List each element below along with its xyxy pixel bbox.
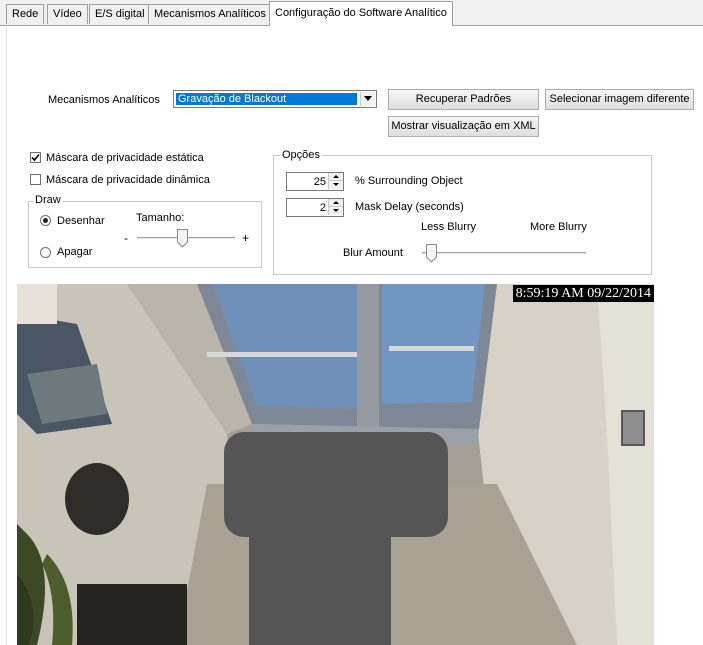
tab-rede[interactable]: Rede <box>6 4 45 24</box>
size-slider-thumb[interactable] <box>176 229 188 248</box>
restore-defaults-button[interactable]: Recuperar Padrões <box>388 89 539 110</box>
show-xml-button[interactable]: Mostrar visualização em XML <box>388 116 539 137</box>
draw-radio-label: Desenhar <box>57 215 105 227</box>
checkmark-icon <box>31 153 40 162</box>
tab-configuracao-software-analitico[interactable]: Configuração do Software Analítico <box>269 1 453 26</box>
static-privacy-label: Máscara de privacidade estática <box>46 152 204 164</box>
size-minus-label: - <box>124 231 128 245</box>
spinner-up-icon[interactable] <box>328 199 343 207</box>
surrounding-object-label: % Surrounding Object <box>355 175 463 187</box>
spinner-down-icon[interactable] <box>328 181 343 189</box>
options-group-title: Opções <box>280 149 322 161</box>
blur-slider-thumb[interactable] <box>426 244 437 263</box>
surrounding-object-value: 25 <box>313 176 326 188</box>
erase-radio-label: Apagar <box>57 246 93 258</box>
mask-delay-label: Mask Delay (seconds) <box>355 201 464 213</box>
chevron-down-icon[interactable] <box>360 92 375 106</box>
less-blurry-label: Less Blurry <box>421 221 477 233</box>
dynamic-privacy-checkbox[interactable] <box>30 174 41 185</box>
tab-video[interactable]: Vídeo <box>47 4 88 24</box>
mask-delay-value: 2 <box>319 202 326 214</box>
mask-delay-spinner[interactable]: 2 <box>286 198 344 217</box>
blur-slider-track[interactable] <box>422 252 586 255</box>
draw-group-title: Draw <box>33 194 63 206</box>
tab-bar: Rede Vídeo E/S digital Mecanismos Analít… <box>0 0 703 26</box>
more-blurry-label: More Blurry <box>530 221 587 233</box>
video-preview[interactable]: 8:59:19 AM 09/22/2014 <box>17 284 654 645</box>
erase-radio[interactable] <box>40 247 51 258</box>
tab-mecanismos-analiticos[interactable]: Mecanismos Analíticos <box>148 4 272 24</box>
tab-es-digital[interactable]: E/S digital <box>89 4 151 24</box>
spinner-down-icon[interactable] <box>328 207 343 215</box>
size-label: Tamanho: <box>136 212 185 224</box>
dynamic-privacy-label: Máscara de privacidade dinâmica <box>46 174 210 186</box>
size-plus-label: + <box>242 231 250 245</box>
video-timestamp: 8:59:19 AM 09/22/2014 <box>512 285 654 302</box>
engine-select-value: Gravação de Blackout <box>176 93 357 105</box>
static-privacy-checkbox[interactable] <box>30 152 41 163</box>
engine-label: Mecanismos Analíticos <box>48 94 160 106</box>
select-different-image-button[interactable]: Selecionar imagem diferente <box>545 89 694 110</box>
privacy-mask-region-lower <box>249 524 391 645</box>
privacy-mask-region <box>224 432 448 537</box>
draw-radio[interactable] <box>40 215 51 226</box>
surrounding-object-spinner[interactable]: 25 <box>286 172 344 191</box>
engine-select[interactable]: Gravação de Blackout <box>173 90 377 108</box>
blur-amount-label: Blur Amount <box>343 247 403 259</box>
spinner-up-icon[interactable] <box>328 173 343 181</box>
